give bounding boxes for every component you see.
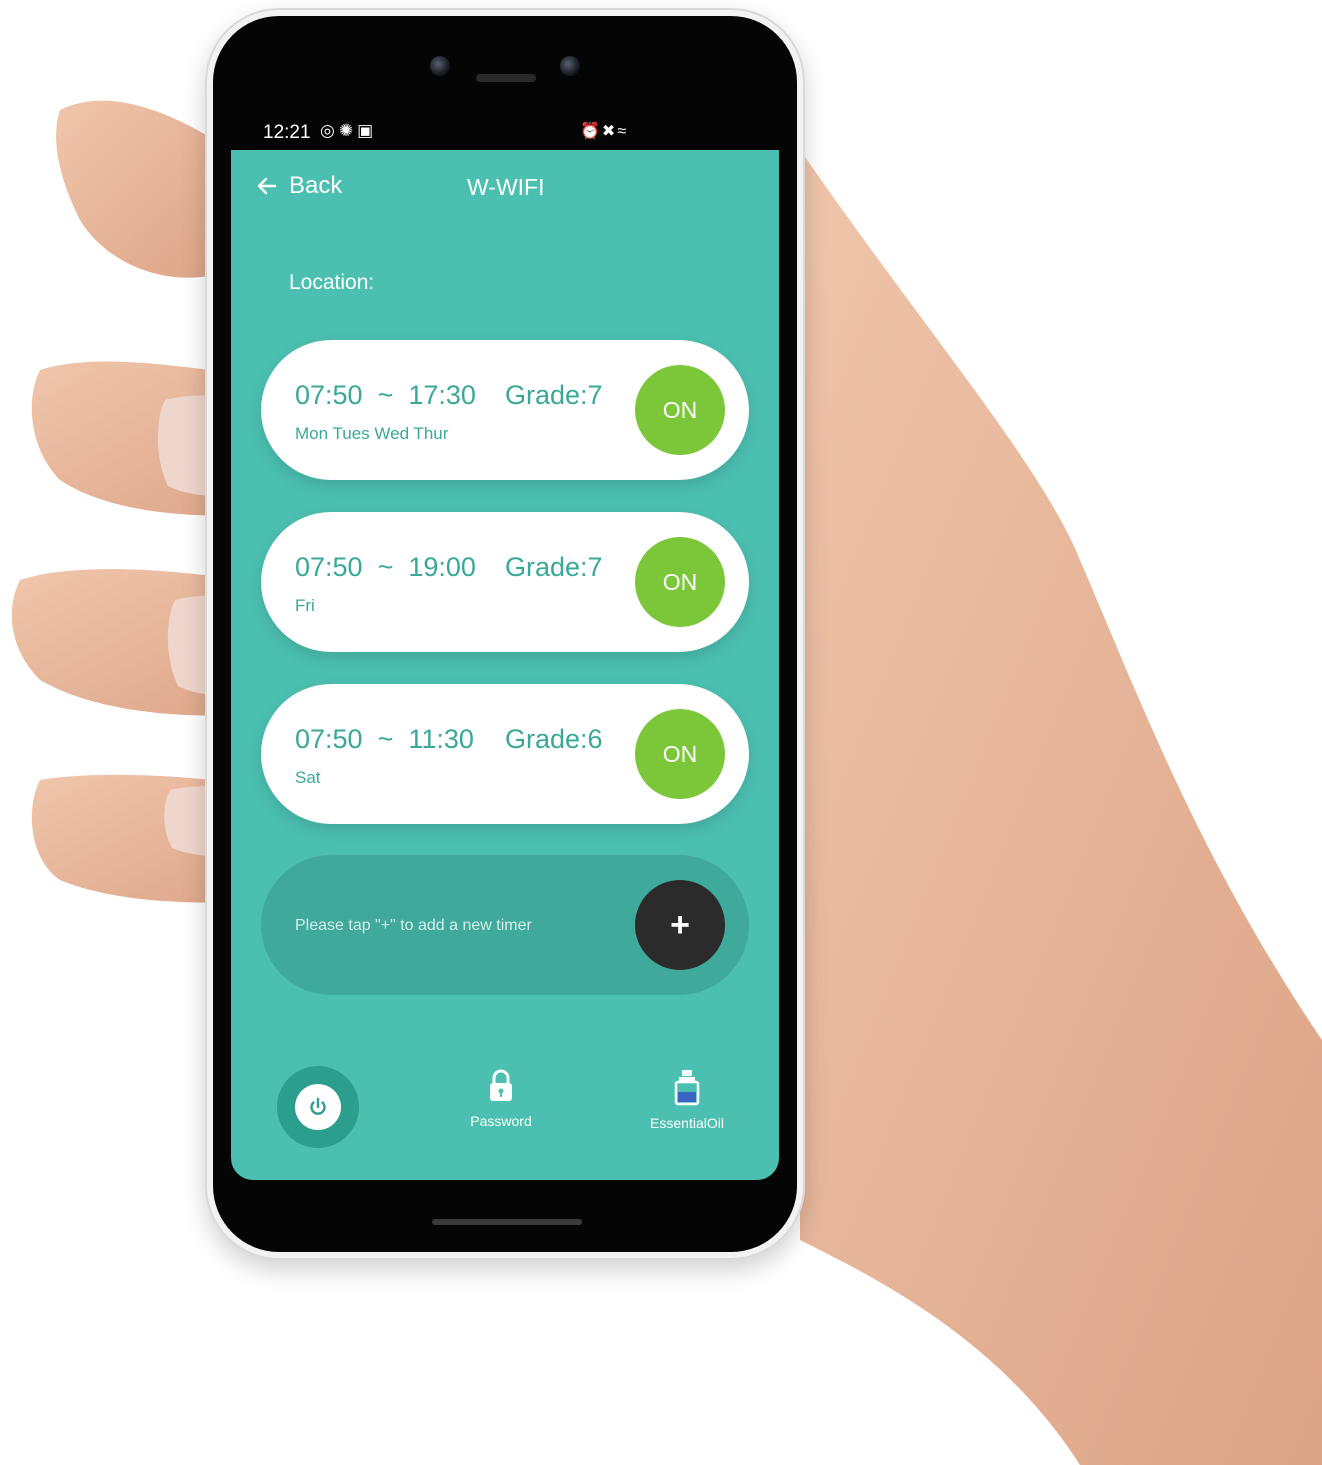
timer-on-toggle[interactable]: ON [635, 537, 725, 627]
power-button[interactable] [277, 1066, 359, 1148]
gesture-bar[interactable] [432, 1219, 582, 1225]
add-timer-card: Please tap "+" to add a new timer + [261, 855, 749, 995]
add-timer-hint: Please tap "+" to add a new timer [295, 917, 532, 934]
lock-icon [490, 1069, 512, 1101]
timer-time-range: 07:50 ~ 17:30 [295, 380, 476, 410]
back-label: Back [289, 172, 343, 199]
timer-card[interactable]: 07:50 ~ 11:30 Grade:6 Sat ON [261, 684, 749, 824]
front-camera-icon [430, 56, 450, 76]
timer-card[interactable]: 07:50 ~ 19:00 Grade:7 Fri ON [261, 512, 749, 652]
notification-icons: ◎✺▣ [320, 121, 378, 140]
timer-days: Sat [295, 768, 321, 787]
nav-essential-oil-label: EssentialOil [650, 1115, 724, 1131]
system-status-icons: ⏰✖≈ [580, 123, 629, 140]
timer-on-toggle[interactable]: ON [635, 709, 725, 799]
back-arrow-icon [257, 177, 277, 195]
earpiece-speaker [476, 74, 536, 82]
page-title: W-WIFI [467, 174, 545, 200]
timer-days: Mon Tues Wed Thur [295, 424, 449, 443]
timer-grade: Grade:6 [505, 724, 603, 754]
location-label: Location: [289, 271, 375, 294]
timer-on-toggle[interactable]: ON [635, 365, 725, 455]
add-timer-button[interactable]: + [635, 880, 725, 970]
nav-password[interactable]: Password [431, 1068, 571, 1129]
timer-time-range: 07:50 ~ 19:00 [295, 552, 476, 582]
power-icon [295, 1084, 341, 1130]
timer-grade: Grade:7 [505, 380, 603, 410]
timer-card[interactable]: 07:50 ~ 17:30 Grade:7 Mon Tues Wed Thur … [261, 340, 749, 480]
back-button[interactable]: Back [255, 172, 342, 200]
nav-essential-oil[interactable]: EssentialOil [617, 1068, 757, 1131]
app-screen: Back W-WIFI Location: 07:50 ~ 17:30 Grad… [231, 150, 779, 1180]
timer-grade: Grade:7 [505, 552, 603, 582]
timer-time-range: 07:50 ~ 11:30 [295, 724, 474, 754]
sensor-icon [560, 56, 580, 76]
bottle-icon [674, 1070, 700, 1106]
status-time: 12:21 [263, 122, 311, 143]
nav-password-label: Password [470, 1113, 532, 1129]
timer-days: Fri [295, 596, 315, 615]
